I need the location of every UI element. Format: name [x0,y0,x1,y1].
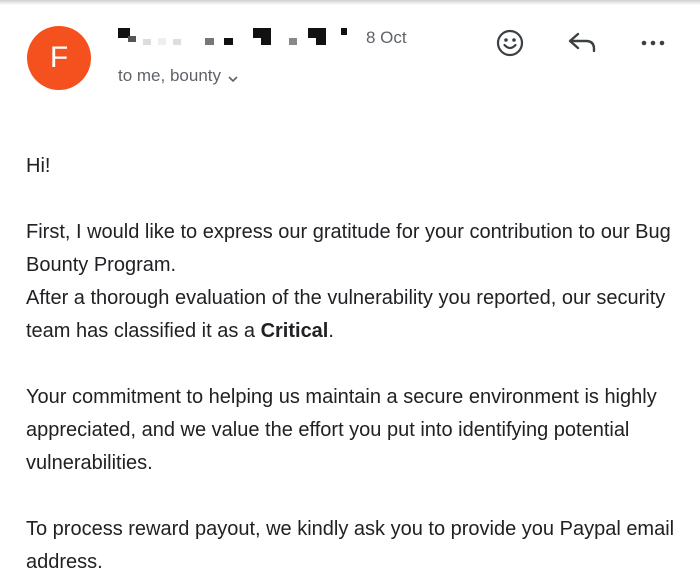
add-reaction-button[interactable] [492,27,528,63]
greeting-text: Hi! [26,155,51,177]
gratitude-paragraph: First, I would like to express our grati… [26,221,671,276]
top-shadow-divider [0,0,700,5]
more-options-icon [638,28,668,63]
payout-request-paragraph: To process reward payout, we kindly ask … [26,518,675,573]
classification-text: After a thorough evaluation of the vulne… [26,287,666,342]
emoji-reaction-icon [495,28,525,63]
avatar-letter: F [49,41,69,74]
recipients-toggle[interactable]: to me, bounty [118,66,239,86]
appreciation-paragraph: Your commitment to helping us maintain a… [26,386,657,474]
classification-paragraph: After a thorough evaluation of the vulne… [26,282,686,348]
severity-label: Critical [260,320,329,342]
recipients-label: to me, bounty [118,66,222,85]
reply-button[interactable] [564,27,600,63]
chevron-down-icon [227,70,239,83]
sender-avatar[interactable]: F [27,26,91,90]
message-date: 8 Oct [366,28,407,47]
message-body: Hi! First, I would like to express our g… [26,150,686,579]
classification-period: . [328,320,334,342]
reply-icon [566,28,598,63]
more-options-button[interactable] [635,27,671,63]
